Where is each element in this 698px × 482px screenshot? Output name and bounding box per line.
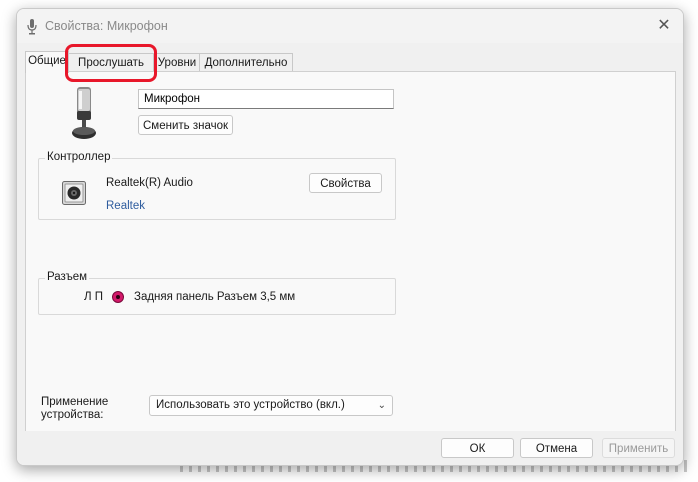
tab-levels[interactable]: Уровни bbox=[153, 53, 201, 72]
title-bar[interactable]: Свойства: Микрофон ✕ bbox=[17, 9, 683, 43]
highlight-box bbox=[65, 44, 157, 82]
jack-color-icon bbox=[112, 291, 124, 303]
controller-properties-button[interactable]: Свойства bbox=[309, 173, 382, 193]
jack-channels: Л П bbox=[84, 291, 104, 303]
apply-button[interactable]: Применить bbox=[602, 438, 675, 458]
close-icon[interactable]: ✕ bbox=[653, 15, 675, 37]
device-usage-label: Применение устройства: bbox=[41, 396, 109, 421]
device-usage-select[interactable]: Использовать это устройство (вкл.) ⌄ bbox=[149, 395, 393, 416]
controller-link[interactable]: Realtek bbox=[106, 200, 145, 212]
ok-button[interactable]: ОК bbox=[441, 438, 514, 458]
properties-dialog: Свойства: Микрофон ✕ Общие Прослушать Ур… bbox=[16, 8, 684, 466]
tab-advanced[interactable]: Дополнительно bbox=[199, 53, 293, 72]
window-title: Свойства: Микрофон bbox=[45, 19, 168, 33]
controller-group-label: Контроллер bbox=[45, 151, 113, 163]
cancel-button[interactable]: Отмена bbox=[520, 438, 593, 458]
tab-panel-general bbox=[25, 71, 676, 433]
jack-description: Задняя панель Разъем 3,5 мм bbox=[134, 291, 296, 303]
chevron-down-icon: ⌄ bbox=[377, 400, 386, 411]
device-usage-value: Использовать это устройство (вкл.) bbox=[156, 399, 345, 411]
change-icon-button[interactable]: Сменить значок bbox=[138, 115, 233, 135]
dialog-footer: ОК Отмена Применить bbox=[17, 431, 683, 465]
microphone-image bbox=[72, 87, 96, 139]
jack-group-label: Разъем bbox=[45, 271, 90, 283]
speaker-icon bbox=[62, 181, 86, 205]
microphone-icon bbox=[27, 19, 37, 35]
controller-name: Realtek(R) Audio bbox=[106, 177, 193, 189]
device-name-input[interactable] bbox=[138, 89, 394, 109]
tab-general[interactable]: Общие bbox=[25, 51, 69, 73]
